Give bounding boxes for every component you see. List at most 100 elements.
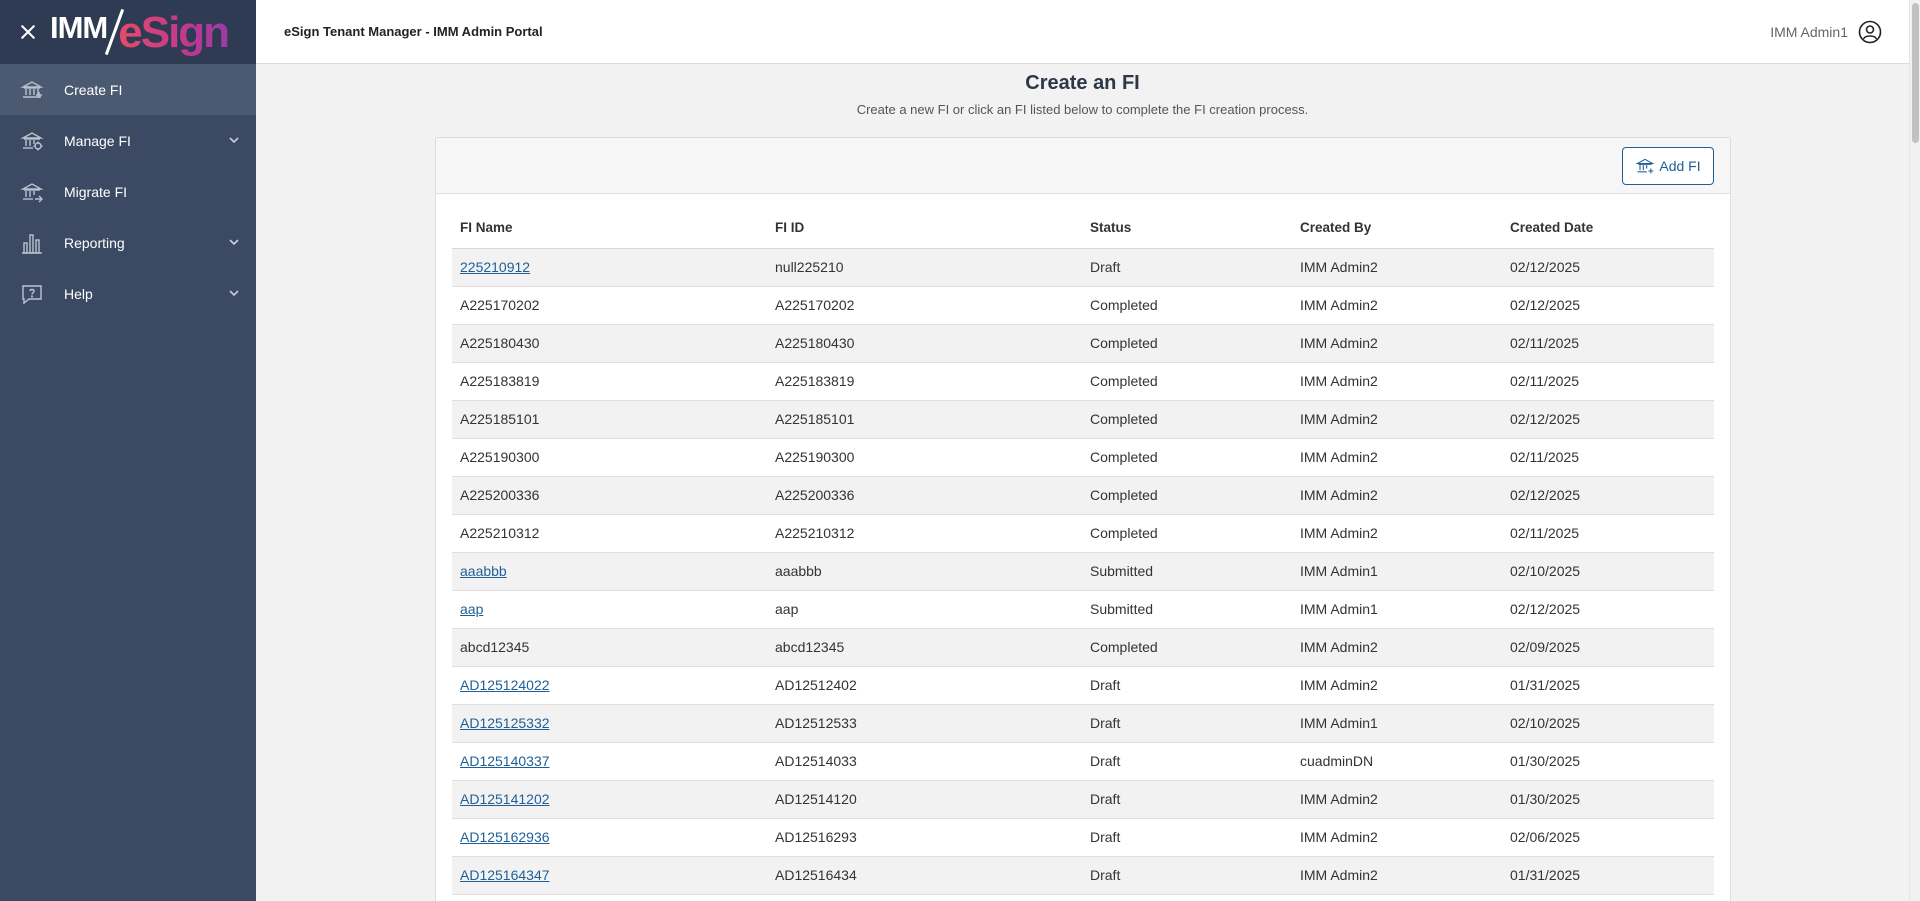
scrollbar-thumb[interactable]: [1912, 3, 1919, 143]
fi-list-panel: Add FI FI Name FI ID Status Created By C…: [435, 137, 1731, 901]
status-cell: Draft: [1082, 742, 1292, 781]
sidebar-item-create-fi[interactable]: Create FI: [0, 64, 256, 115]
created-by-cell: IMM Admin2: [1292, 476, 1502, 515]
created-date-cell: 01/31/2025: [1502, 666, 1714, 705]
bank-add-icon: [1635, 158, 1655, 174]
table-header-row: FI Name FI ID Status Created By Created …: [452, 208, 1714, 249]
created-by-cell: IMM Admin2: [1292, 248, 1502, 287]
fi-id-cell: AD12516293: [767, 818, 1082, 857]
created-by-cell: IMM Admin2: [1292, 818, 1502, 857]
table-row[interactable]: 225210912 null225210 Draft IMM Admin2 02/12/…: [452, 248, 1714, 287]
created-by-cell: IMM Admin1: [1292, 552, 1502, 591]
created-date-cell: 02/06/2025: [1502, 818, 1714, 857]
page-title: Create an FI: [1025, 72, 1140, 94]
table-row: A225170202 A225170202 Completed IMM Admin2 0…: [452, 286, 1714, 325]
fi-name-link[interactable]: AD125164347: [460, 867, 550, 883]
user-name: IMM Admin1: [1770, 24, 1848, 40]
user-menu[interactable]: IMM Admin1: [1770, 20, 1882, 44]
app-title: eSign Tenant Manager - IMM Admin Portal: [284, 24, 543, 39]
fi-id-cell: AD12514120: [767, 780, 1082, 819]
fi-name-cell: A225190300: [452, 438, 767, 477]
table-row: abcd12345 abcd12345 Completed IMM Admin2 02/…: [452, 628, 1714, 667]
created-date-cell: 01/30/2025: [1502, 780, 1714, 819]
created-date-cell: 02/11/2025: [1502, 514, 1714, 553]
table-row: A225210312 A225210312 Completed IMM Admin2 0…: [452, 514, 1714, 553]
column-header-status[interactable]: Status: [1082, 208, 1292, 249]
status-cell: Draft: [1082, 818, 1292, 857]
table-row[interactable]: AD125141202 AD12514120 Draft IMM Admin2 01/3…: [452, 780, 1714, 819]
chevron-down-icon[interactable]: [228, 286, 239, 297]
logo-imm-text: IMM: [50, 10, 108, 45]
sidebar-item-label: Migrate FI: [64, 183, 128, 200]
user-avatar-icon[interactable]: [1858, 20, 1882, 44]
fi-name-cell: AD125140337: [452, 742, 767, 781]
table-row[interactable]: AD125162936 AD12516293 Draft IMM Admin2 02/0…: [452, 818, 1714, 857]
fi-id-cell: AD12516434: [767, 856, 1082, 895]
table-row: A225185101 A225185101 Completed IMM Admin2 0…: [452, 400, 1714, 439]
fi-name-cell: aaabbb: [452, 552, 767, 591]
created-date-cell: 02/12/2025: [1502, 286, 1714, 325]
fi-name-link[interactable]: aap: [460, 601, 483, 617]
fi-name-cell: aap: [452, 590, 767, 629]
status-cell: Draft: [1082, 666, 1292, 705]
page-subtitle: Create a new FI or click an FI listed be…: [856, 102, 1309, 117]
table-row[interactable]: AD125164347 AD12516434 Draft IMM Admin2 01/3…: [452, 856, 1714, 895]
fi-name-link[interactable]: AD125124022: [460, 677, 550, 693]
table-row[interactable]: aaabbb aaabbb Submitted IMM Admin1 02/10/202…: [452, 552, 1714, 591]
table-row[interactable]: AD125125332 AD12512533 Draft IMM Admin1 02/1…: [452, 704, 1714, 743]
created-by-cell: IMM Admin2: [1292, 438, 1502, 477]
created-by-cell: IMM Admin1: [1292, 590, 1502, 629]
fi-id-cell: A225190300: [767, 438, 1082, 477]
sidebar-item-manage-fi[interactable]: Manage FI: [0, 115, 256, 166]
table-row: A225180430 A225180430 Completed IMM Admin2 0…: [452, 324, 1714, 363]
fi-name-link[interactable]: aaabbb: [460, 563, 507, 579]
fi-table: FI Name FI ID Status Created By Created …: [452, 208, 1714, 895]
fi-name-cell: A225170202: [452, 286, 767, 325]
created-by-cell: IMM Admin2: [1292, 780, 1502, 819]
column-header-fi-name[interactable]: FI Name: [452, 208, 767, 249]
fi-id-cell: AD12512533: [767, 704, 1082, 743]
fi-name-cell: A225183819: [452, 362, 767, 401]
brand-bar: IMM eSign: [0, 0, 256, 64]
column-header-created-by[interactable]: Created By: [1292, 208, 1502, 249]
fi-name-link[interactable]: AD125141202: [460, 791, 550, 807]
fi-id-cell: A225210312: [767, 514, 1082, 553]
table-row: A225183819 A225183819 Completed IMM Admin2 0…: [452, 362, 1714, 401]
sidebar-item-reporting[interactable]: Reporting: [0, 217, 256, 268]
fi-name-link[interactable]: AD125125332: [460, 715, 550, 731]
created-by-cell: IMM Admin2: [1292, 628, 1502, 667]
table-row[interactable]: AD125124022 AD12512402 Draft IMM Admin2 01/3…: [452, 666, 1714, 705]
sidebar-item-help[interactable]: Help: [0, 268, 256, 319]
bank-icon: [20, 78, 44, 102]
chevron-down-icon[interactable]: [228, 133, 239, 144]
table-row[interactable]: AD125140337 AD12514033 Draft cuadminDN 01/30…: [452, 742, 1714, 781]
fi-id-cell: null225210: [767, 248, 1082, 287]
column-header-created-date[interactable]: Created Date: [1502, 208, 1714, 249]
fi-id-cell: A225200336: [767, 476, 1082, 515]
fi-name-link[interactable]: 225210912: [460, 259, 530, 275]
sidebar-item-migrate-fi[interactable]: Migrate FI: [0, 166, 256, 217]
chevron-down-icon[interactable]: [228, 235, 239, 246]
fi-id-cell: A225185101: [767, 400, 1082, 439]
created-date-cell: 02/09/2025: [1502, 628, 1714, 667]
page-scrollbar[interactable]: [1909, 0, 1920, 901]
fi-name-cell: AD125124022: [452, 666, 767, 705]
status-cell: Draft: [1082, 780, 1292, 819]
table-row[interactable]: aap aap Submitted IMM Admin1 02/12/2025: [452, 590, 1714, 629]
close-icon[interactable]: [18, 22, 38, 42]
column-header-fi-id[interactable]: FI ID: [767, 208, 1082, 249]
fi-name-link[interactable]: AD125162936: [460, 829, 550, 845]
created-date-cell: 02/11/2025: [1502, 324, 1714, 363]
fi-name-cell: A225200336: [452, 476, 767, 515]
created-by-cell: IMM Admin2: [1292, 666, 1502, 705]
created-by-cell: IMM Admin1: [1292, 704, 1502, 743]
status-cell: Completed: [1082, 400, 1292, 439]
fi-name-link[interactable]: AD125140337: [460, 753, 550, 769]
fi-name-cell: A225210312: [452, 514, 767, 553]
status-cell: Submitted: [1082, 552, 1292, 591]
status-cell: Draft: [1082, 856, 1292, 895]
panel-toolbar: Add FI: [436, 138, 1730, 194]
created-by-cell: IMM Admin2: [1292, 400, 1502, 439]
add-fi-button[interactable]: Add FI: [1622, 147, 1714, 185]
sidebar-item-label: Manage FI: [64, 132, 131, 149]
